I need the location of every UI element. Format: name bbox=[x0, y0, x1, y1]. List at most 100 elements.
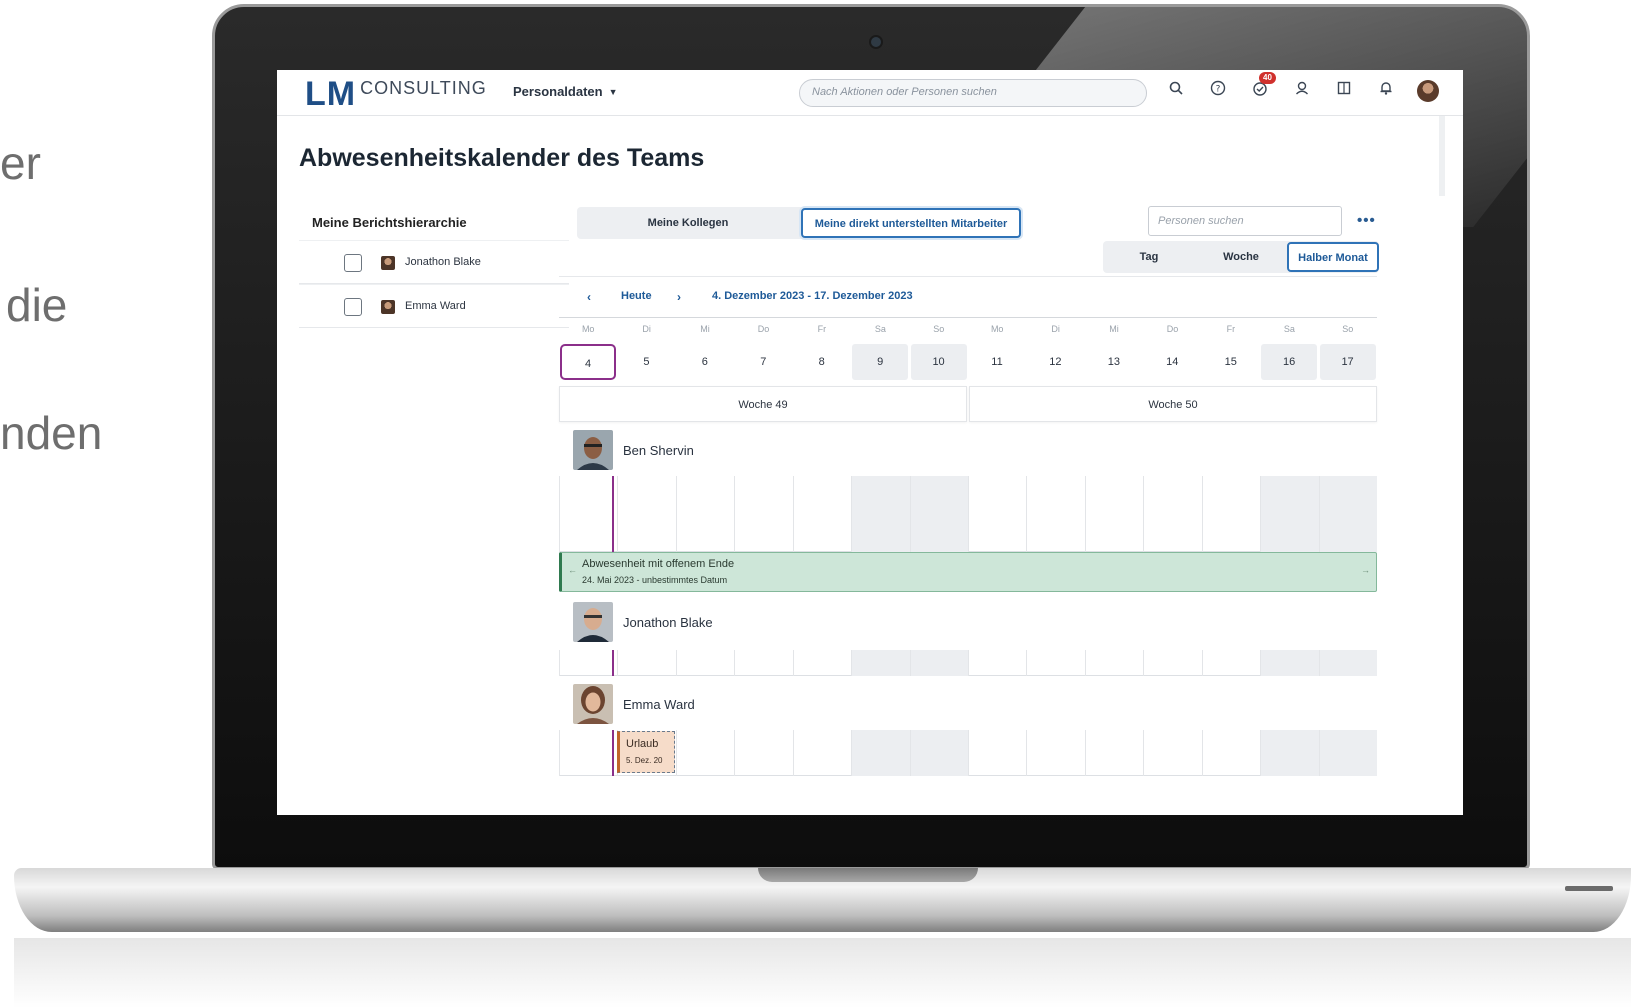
date-cell[interactable]: 6 bbox=[677, 344, 733, 380]
avatar bbox=[381, 256, 395, 270]
weekday-header: Mo Di Mi Do Fr Sa So Mo Di Mi Do Fr Sa So bbox=[559, 324, 1377, 340]
day-cell[interactable] bbox=[792, 476, 851, 552]
scrollbar[interactable] bbox=[1439, 116, 1445, 196]
help-icon[interactable]: ? bbox=[1207, 80, 1229, 102]
day-cell[interactable] bbox=[1084, 476, 1143, 552]
view-half-month-button[interactable]: Halber Monat bbox=[1287, 242, 1379, 272]
search-icon[interactable] bbox=[1165, 80, 1187, 102]
user-avatar[interactable] bbox=[1417, 80, 1439, 102]
day-cell[interactable] bbox=[617, 650, 675, 676]
view-week-button[interactable]: Woche bbox=[1195, 241, 1287, 273]
day-cell[interactable] bbox=[1201, 730, 1260, 776]
more-options-button[interactable]: ••• bbox=[1357, 212, 1376, 229]
day-cell[interactable] bbox=[1318, 650, 1377, 676]
list-item[interactable]: Jonathon Blake bbox=[299, 240, 569, 284]
absence-open-ended[interactable]: ← Abwesenheit mit offenem Ende 24. Mai 2… bbox=[559, 552, 1377, 592]
day-cell[interactable] bbox=[792, 650, 851, 676]
view-switch: Tag Woche Halber Monat bbox=[1103, 241, 1379, 273]
day-cell[interactable] bbox=[1026, 476, 1084, 552]
date-navigation: ‹ Heute › 4. Dezember 2023 - 17. Dezembe… bbox=[559, 276, 1377, 318]
day-cell[interactable] bbox=[559, 650, 617, 676]
day-cell[interactable] bbox=[734, 476, 792, 552]
arrow-left-icon: ← bbox=[568, 565, 577, 575]
day-cell[interactable] bbox=[909, 730, 968, 776]
date-cell[interactable]: 7 bbox=[735, 344, 791, 380]
day-cell[interactable] bbox=[1143, 650, 1201, 676]
people-search-input[interactable]: Personen suchen bbox=[1148, 206, 1342, 236]
day-cell[interactable] bbox=[675, 650, 734, 676]
view-day-button[interactable]: Tag bbox=[1103, 241, 1195, 273]
day-cell[interactable] bbox=[851, 730, 910, 776]
day-cell[interactable] bbox=[968, 650, 1026, 676]
tab-direct-reports[interactable]: Meine direkt unterstellten Mitarbeiter bbox=[801, 208, 1021, 238]
day-cell[interactable] bbox=[1318, 476, 1377, 552]
today-marker bbox=[612, 650, 614, 676]
base-notch bbox=[758, 868, 978, 882]
list-item[interactable]: Emma Ward bbox=[299, 284, 569, 328]
weekday-label: Fr bbox=[1226, 324, 1236, 334]
absence-title: Urlaub bbox=[626, 738, 659, 750]
absence-vacation[interactable]: Urlaub 5. Dez. 20 bbox=[617, 731, 675, 773]
day-cell[interactable] bbox=[675, 730, 734, 776]
day-cell[interactable] bbox=[909, 650, 968, 676]
day-cell[interactable] bbox=[1260, 650, 1319, 676]
global-search-input[interactable]: Nach Aktionen oder Personen suchen bbox=[799, 79, 1147, 107]
logo[interactable]: LM CONSULTING bbox=[305, 76, 487, 112]
day-cell[interactable] bbox=[1201, 650, 1260, 676]
person-row-header: Emma Ward bbox=[573, 684, 973, 726]
day-cell[interactable] bbox=[851, 650, 910, 676]
day-cell[interactable] bbox=[851, 476, 910, 552]
day-cell[interactable] bbox=[734, 730, 792, 776]
today-button[interactable]: Heute bbox=[621, 290, 652, 302]
date-cell[interactable]: 5 bbox=[618, 344, 674, 380]
day-cell[interactable] bbox=[559, 476, 617, 552]
book-icon[interactable] bbox=[1333, 80, 1355, 102]
date-cell[interactable]: 17 bbox=[1319, 344, 1376, 380]
today-marker bbox=[612, 730, 614, 776]
week-header: Woche 49 Woche 50 bbox=[559, 386, 1377, 422]
date-range-label[interactable]: 4. Dezember 2023 - 17. Dezember 2023 bbox=[712, 290, 913, 302]
day-cell[interactable] bbox=[1260, 730, 1319, 776]
logo-lm: LM bbox=[305, 75, 357, 113]
date-cell[interactable]: 16 bbox=[1261, 344, 1318, 380]
date-cell[interactable]: 15 bbox=[1203, 344, 1259, 380]
day-cell[interactable] bbox=[909, 476, 968, 552]
date-cell[interactable]: 8 bbox=[794, 344, 850, 380]
day-cell[interactable] bbox=[734, 650, 792, 676]
date-cell[interactable]: 11 bbox=[969, 344, 1025, 380]
day-cell[interactable] bbox=[675, 476, 734, 552]
date-cell[interactable]: 9 bbox=[852, 344, 909, 380]
day-cell[interactable] bbox=[1143, 730, 1201, 776]
day-cell[interactable] bbox=[1026, 650, 1084, 676]
day-cell[interactable] bbox=[968, 476, 1026, 552]
select-checkbox[interactable] bbox=[344, 254, 362, 272]
day-cell[interactable] bbox=[968, 730, 1026, 776]
date-cell[interactable]: 10 bbox=[910, 344, 967, 380]
tab-colleagues[interactable]: Meine Kollegen bbox=[577, 207, 799, 239]
date-cell[interactable]: 13 bbox=[1086, 344, 1142, 380]
day-cell[interactable] bbox=[1084, 650, 1143, 676]
weekday-label: Do bbox=[1166, 324, 1179, 334]
hierarchy-list: Jonathon Blake Emma Ward bbox=[299, 240, 569, 328]
day-cell[interactable] bbox=[1143, 476, 1201, 552]
module-menu-button[interactable]: Personaldaten ▼ bbox=[513, 84, 618, 99]
day-cell[interactable] bbox=[559, 730, 617, 776]
base-slot bbox=[1565, 886, 1613, 891]
tasks-icon[interactable]: 40 bbox=[1249, 72, 1276, 102]
day-cell[interactable] bbox=[1084, 730, 1143, 776]
day-cell[interactable] bbox=[1260, 476, 1319, 552]
bell-icon[interactable] bbox=[1375, 80, 1397, 102]
day-cell[interactable] bbox=[1026, 730, 1084, 776]
weekday-label: Mi bbox=[700, 324, 710, 334]
day-cell[interactable] bbox=[617, 476, 675, 552]
select-checkbox[interactable] bbox=[344, 298, 362, 316]
date-cell[interactable]: 14 bbox=[1144, 344, 1200, 380]
date-cell-selected[interactable]: 4 bbox=[560, 344, 616, 380]
day-cell[interactable] bbox=[792, 730, 851, 776]
people-icon[interactable] bbox=[1291, 80, 1313, 102]
chevron-right-icon[interactable]: › bbox=[677, 290, 681, 304]
date-cell[interactable]: 12 bbox=[1027, 344, 1083, 380]
day-cell[interactable] bbox=[1318, 730, 1377, 776]
chevron-left-icon[interactable]: ‹ bbox=[587, 290, 591, 304]
day-cell[interactable] bbox=[1201, 476, 1260, 552]
